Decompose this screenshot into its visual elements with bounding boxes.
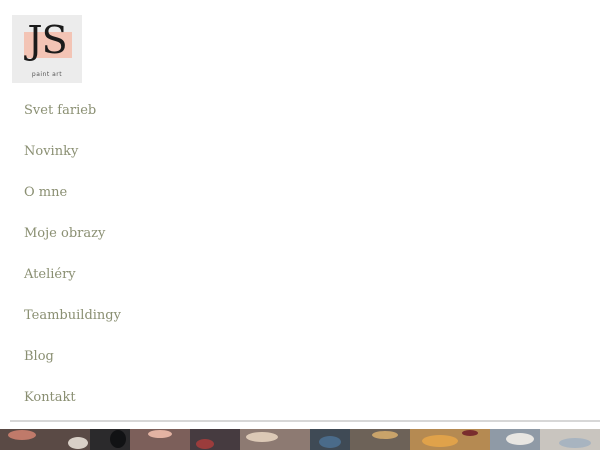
nav-item-moje-obrazy[interactable]: Moje obrazy [0,213,600,254]
nav-item-kontakt[interactable]: Kontakt [0,377,600,418]
nav-item-teambuildingy[interactable]: Teambuildingy [0,295,600,336]
nav-item-svet-farieb[interactable]: Svet farieb [0,90,600,131]
nav-divider [10,420,600,422]
nav-item-ateliery[interactable]: Ateliéry [0,254,600,295]
nav-item-novinky[interactable]: Novinky [0,131,600,172]
hero-paint-image [0,429,600,450]
logo-monogram: JS [27,18,67,62]
logo-tagline: paint art [31,71,63,78]
nav-item-blog[interactable]: Blog [0,336,600,377]
site-logo[interactable]: JS paint art [12,15,82,83]
nav-item-o-mne[interactable]: O mne [0,172,600,213]
main-navigation: Svet farieb Novinky O mne Moje obrazy At… [0,90,600,418]
